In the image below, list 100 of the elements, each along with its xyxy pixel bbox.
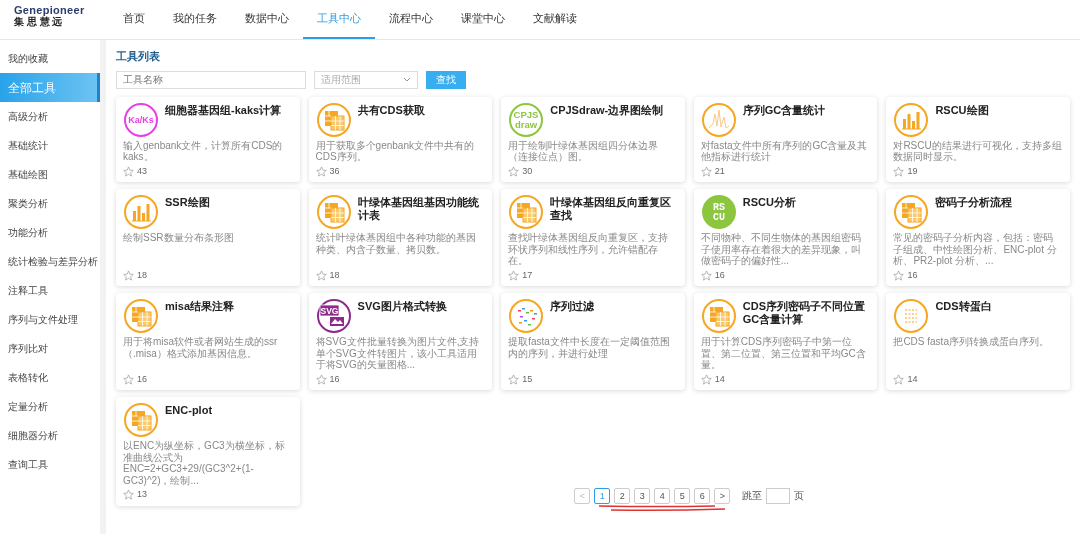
tool-card[interactable]: RS CU RSCU分析 不同物种、不同生物体的基因组密码子使用率存在着很大的差异现象，叫做密码子的偏好性... 16 xyxy=(693,189,878,286)
nav-tab[interactable]: 文献解读 xyxy=(519,0,591,39)
star-icon[interactable] xyxy=(893,373,905,385)
star-icon[interactable] xyxy=(123,269,134,281)
sidebar-item[interactable]: 序列与文件处理 xyxy=(0,305,100,334)
nav-tab[interactable]: 课堂中心 xyxy=(447,0,519,39)
tool-title: misa结果注释 xyxy=(165,299,235,314)
star-icon[interactable] xyxy=(315,373,327,385)
sidebar-item[interactable]: 细胞器分析 xyxy=(0,421,100,450)
tool-card[interactable]: 叶绿体基因组反向重复区查找 查找叶绿体基因组反向重复区，支持环状序列和线性序列，允许错配存在。 17 xyxy=(501,189,685,286)
sidebar-item[interactable]: 统计检验与差异分析 xyxy=(0,247,100,276)
tool-description: 不同物种、不同生物体的基因组密码子使用率存在着很大的差异现象，叫做密码子的偏好性... xyxy=(700,232,862,267)
star-icon[interactable] xyxy=(123,165,134,177)
nav-tab[interactable]: 首页 xyxy=(109,0,159,39)
tool-card[interactable]: CDS转蛋白 把CDS fasta序列转换成蛋白序列。 14 xyxy=(886,293,1070,390)
tool-title: RSCU绘图 xyxy=(935,102,989,117)
page-button[interactable]: 6 xyxy=(694,487,711,504)
favorite-count: 18 xyxy=(137,268,147,282)
favorite-count: 16 xyxy=(907,268,918,282)
favorite-count: 15 xyxy=(522,372,533,386)
page-button[interactable]: 3 xyxy=(634,487,651,504)
tool-description: 常见的密码子分析内容，包括：密码子组成、中性绘图分析、ENC-plot 分析、PR2-plot 分析、... xyxy=(893,232,1058,267)
nav-tab[interactable]: 数据中心 xyxy=(231,0,303,39)
favorite-count: 30 xyxy=(522,164,533,178)
star-icon[interactable] xyxy=(893,269,905,281)
sidebar-item[interactable]: 表格转化 xyxy=(0,363,100,392)
star-icon[interactable] xyxy=(508,165,520,177)
favorite-count: 16 xyxy=(329,372,340,386)
page-button[interactable]: 5 xyxy=(674,487,691,504)
tool-description: 以ENC为纵坐标，GC3为横坐标，标准曲线公式为ENC=2+GC3+29/(GC3^2+(1-GC3)^2)，绘制... xyxy=(123,440,286,486)
star-icon[interactable] xyxy=(123,373,134,385)
tool-description: 绘制SSR数量分布条形图 xyxy=(123,232,235,244)
favorite-count: 16 xyxy=(714,268,725,282)
sidebar-item[interactable]: 基础统计 xyxy=(0,131,100,160)
tool-title: 叶绿体基因组基因功能统计表 xyxy=(357,195,480,223)
sidebar-item[interactable]: 聚类分析 xyxy=(0,189,100,218)
star-icon[interactable] xyxy=(123,489,134,501)
tool-title: 共有CDS获取 xyxy=(357,102,425,117)
page-number-field[interactable] xyxy=(766,487,791,504)
image-file-icon: SVG xyxy=(315,298,352,334)
page-button[interactable]: 2 xyxy=(614,487,631,504)
favorite-count: 43 xyxy=(137,164,147,178)
tool-description: 用于绘制叶绿体基因组四分体边界（连接位点）图。 xyxy=(508,139,660,163)
tool-description: 将SVG文件批量转换为图片文件,支持单个SVG文件转图片，该小工具适用于将SVG的矢量图格... xyxy=(315,336,481,371)
favorite-count: 18 xyxy=(329,268,340,282)
tool-name-field[interactable]: 工具名称 xyxy=(116,70,306,89)
star-icon[interactable] xyxy=(700,165,712,177)
tool-title: RSCU分析 xyxy=(742,195,796,210)
tool-card[interactable]: 共有CDS获取 用于获取多个genbank文件中共有的CDS序列。 36 xyxy=(308,96,493,182)
tool-title: ENC-plot xyxy=(165,403,213,418)
star-icon[interactable] xyxy=(315,165,327,177)
jump-label: 跳至 xyxy=(742,489,763,503)
nav-tab[interactable]: 我的任务 xyxy=(159,0,231,39)
nav-tab[interactable]: 流程中心 xyxy=(375,0,447,39)
tool-card[interactable]: Ka/Ks 细胞器基因组-kaks计算 输入genbank文件，计算所有CDS的kaks。 43 xyxy=(116,96,300,182)
logo-icon: CPJS draw xyxy=(508,101,545,138)
tool-description: 输入genbank文件，计算所有CDS的kaks。 xyxy=(123,139,284,163)
tool-title: SVG图片格式转换 xyxy=(357,299,447,314)
tool-card[interactable]: CPJS draw CPJSdraw-边界图绘制 用于绘制叶绿体基因组四分体边界（连接位点）图。 30 xyxy=(501,96,685,182)
tool-description: 把CDS fasta序列转换成蛋白序列。 xyxy=(893,336,1050,348)
tool-card[interactable]: 密码子分析流程 常见的密码子分析内容，包括：密码子组成、中性绘图分析、ENC-plot 分析、PR2-plot 分析、... 16 xyxy=(886,189,1070,286)
star-icon[interactable] xyxy=(700,373,712,385)
tool-card[interactable]: CDS序列密码子不同位置GC含量计算 用于计算CDS序列密码子中第一位置、第二位置、第三位置和平均GC含量。 14 xyxy=(693,293,878,390)
tool-card[interactable]: misa结果注释 用于将misa软件或者网站生成的ssr（.misa）格式添加基因信息。 16 xyxy=(116,293,300,390)
page-suffix: 页 xyxy=(794,489,805,503)
logo-icon: RS CU xyxy=(700,194,737,230)
tool-title: 序列过滤 xyxy=(550,299,595,314)
page-button[interactable]: 4 xyxy=(654,487,671,504)
star-icon[interactable] xyxy=(508,269,520,281)
tool-card[interactable]: 叶绿体基因组基因功能统计表 统计叶绿体基因组中各种功能的基因种类、内含子数量、拷贝数。 18 xyxy=(308,189,493,286)
star-icon[interactable] xyxy=(893,165,905,177)
favorite-count: 36 xyxy=(329,164,340,178)
sidebar-item[interactable]: 定量分析 xyxy=(0,392,100,421)
sidebar-item[interactable]: 功能分析 xyxy=(0,218,100,247)
sidebar-item[interactable]: 查询工具 xyxy=(0,450,100,479)
tool-card[interactable]: RSCU绘图 对RSCU的结果进行可视化，支持多组数据同时显示。 19 xyxy=(886,96,1070,182)
sidebar-item[interactable]: 基础绘图 xyxy=(0,160,100,189)
tool-description: 用于计算CDS序列密码子中第一位置、第二位置、第三位置和平均GC含量。 xyxy=(700,336,867,371)
tool-description: 对RSCU的结果进行可视化，支持多组数据同时显示。 xyxy=(893,139,1063,163)
tool-card[interactable]: 序列GC含量统计 对fasta文件中所有序列的GC含量及其他指标进行统计 21 xyxy=(693,96,878,182)
next-page-button[interactable]: > xyxy=(714,487,731,504)
sidebar-item[interactable]: 我的收藏 xyxy=(0,44,100,73)
tool-description: 统计叶绿体基因组中各种功能的基因种类、内含子数量、拷贝数。 xyxy=(315,232,477,255)
star-icon[interactable] xyxy=(508,373,520,385)
tool-description: 对fasta文件中所有序列的GC含量及其他指标进行统计 xyxy=(700,139,869,163)
tool-card[interactable]: SVG SVG图片格式转换 将SVG文件批量转换为图片文件,支持单个SVG文件转图片，该小工具适用于将SVG的矢量图格... 16 xyxy=(308,293,493,390)
section-title: 工具列表 xyxy=(116,49,161,64)
tool-card[interactable]: SSR绘图 绘制SSR数量分布条形图 18 xyxy=(116,189,300,286)
sidebar-item[interactable]: 序列比对 xyxy=(0,334,100,363)
favorite-count: 14 xyxy=(907,372,918,386)
star-icon[interactable] xyxy=(315,269,327,281)
sidebar-item[interactable]: 注释工具 xyxy=(0,276,100,305)
favorite-count: 21 xyxy=(714,164,725,178)
tool-description: 查找叶绿体基因组反向重复区，支持环状序列和线性序列，允许错配存在。 xyxy=(508,232,670,267)
tool-card[interactable]: ENC-plot 以ENC为纵坐标，GC3为横坐标，标准曲线公式为ENC=2+GC3+29/(GC3^2+(1-GC3)^2)，绘制... 13 xyxy=(116,397,300,506)
tool-title: CDS序列密码子不同位置GC含量计算 xyxy=(742,299,867,327)
star-icon[interactable] xyxy=(700,269,712,281)
favorite-count: 16 xyxy=(137,372,147,386)
tool-card[interactable]: 序列过滤 提取fasta文件中长度在一定阈值范围内的序列，并进行处理 15 xyxy=(501,293,685,390)
sidebar-item[interactable]: 高级分析 xyxy=(0,102,100,131)
